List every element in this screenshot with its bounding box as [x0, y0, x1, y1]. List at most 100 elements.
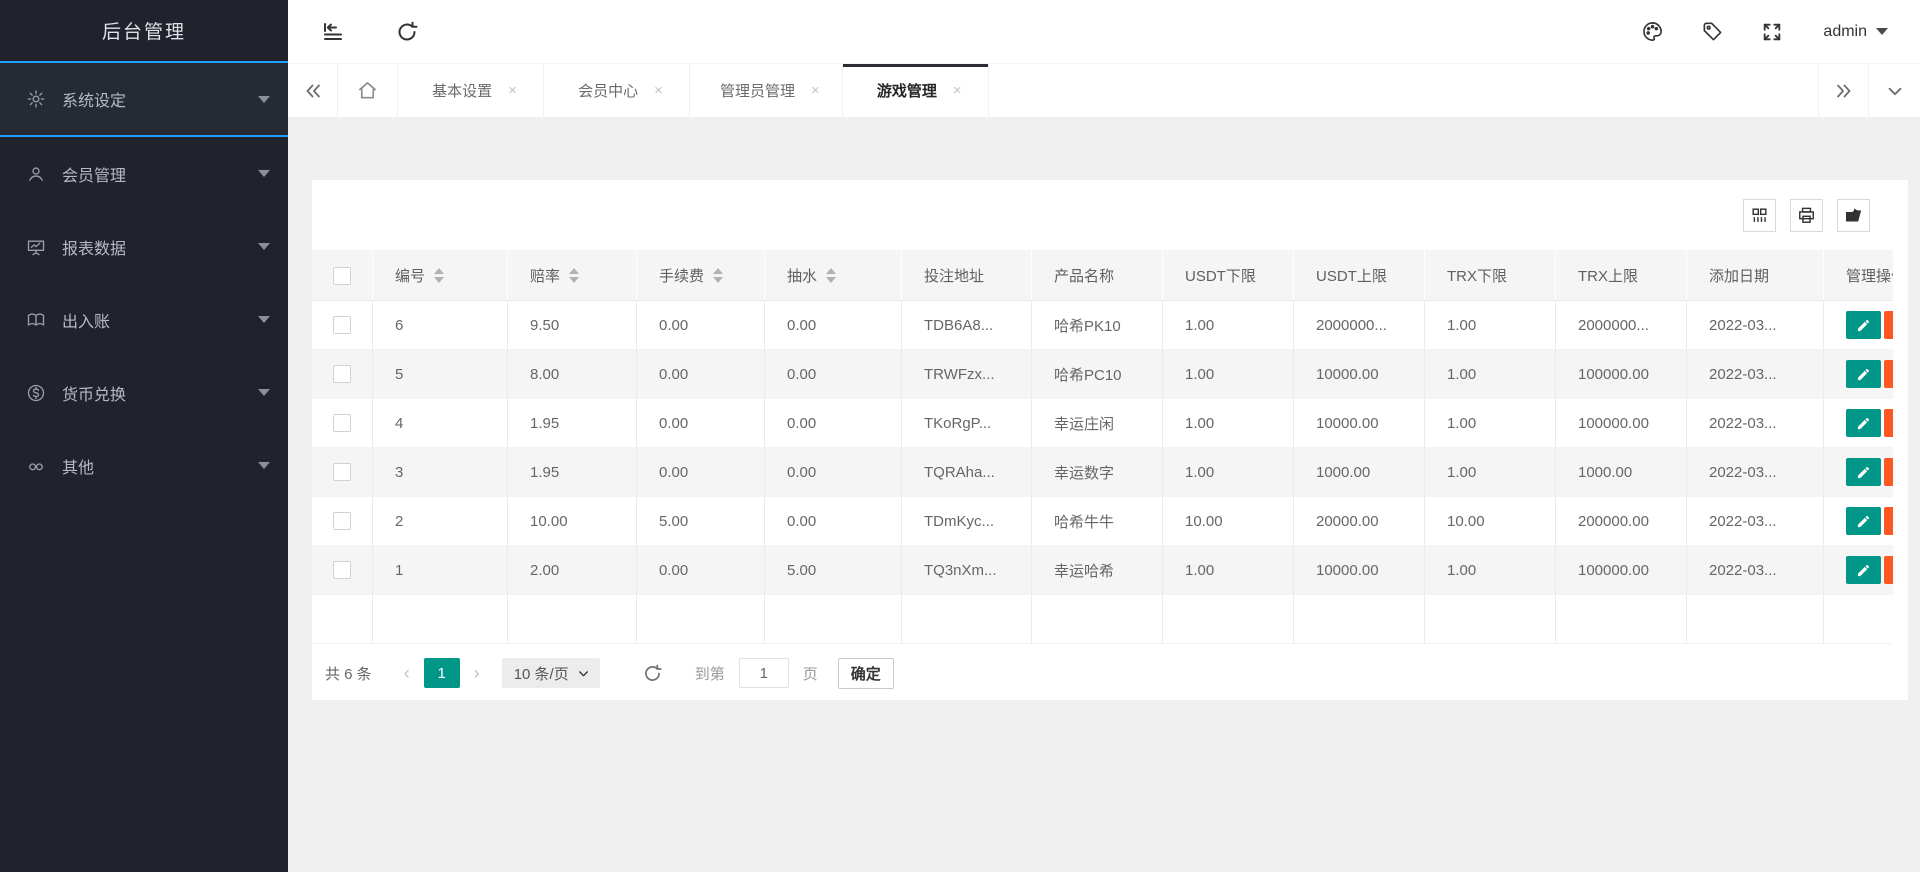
column-label: 产品名称 — [1054, 265, 1114, 286]
column-header-id[interactable]: 编号 — [373, 251, 508, 300]
edit-button[interactable] — [1846, 311, 1881, 339]
sidebar-item-members[interactable]: 会员管理 — [0, 137, 288, 210]
column-label: 添加日期 — [1709, 265, 1769, 286]
sort-icon[interactable] — [569, 268, 579, 283]
page-size-select[interactable]: 10 条/页 — [502, 658, 600, 688]
column-label: 抽水 — [787, 265, 817, 286]
refresh-icon[interactable] — [384, 0, 430, 63]
column-header-trx_max: TRX上限 — [1556, 251, 1687, 300]
row-checkbox[interactable] — [333, 365, 351, 383]
user-menu[interactable]: admin — [1817, 0, 1894, 63]
scroll-tabs-left-icon[interactable] — [288, 64, 338, 117]
jump-page-input[interactable] — [739, 658, 789, 688]
cell-product: 哈希牛牛 — [1032, 497, 1163, 546]
edit-button[interactable] — [1846, 360, 1881, 388]
fullscreen-icon[interactable] — [1757, 0, 1787, 63]
row-checkbox[interactable] — [333, 414, 351, 432]
jump-suffix: 页 — [803, 663, 818, 684]
empty-cell — [765, 595, 902, 644]
cell-usdt_max: 10000.00 — [1294, 546, 1425, 595]
sort-icon[interactable] — [713, 268, 723, 283]
empty-cell — [1556, 595, 1687, 644]
close-icon[interactable]: × — [654, 83, 663, 98]
home-tab[interactable] — [338, 64, 398, 117]
cell-trx_min: 1.00 — [1425, 546, 1556, 595]
edit-button[interactable] — [1846, 409, 1881, 437]
table-row: 31.950.000.00TQRAha...幸运数字1.001000.001.0… — [312, 448, 1893, 497]
cell-usdt_max: 10000.00 — [1294, 350, 1425, 399]
column-label: USDT下限 — [1185, 265, 1256, 286]
prev-page-icon[interactable]: ‹ — [396, 663, 418, 684]
tab-menu-icon[interactable] — [1868, 64, 1920, 117]
export-icon[interactable] — [1837, 199, 1870, 232]
delete-button[interactable] — [1884, 556, 1893, 584]
sidebar-item-system-settings[interactable]: 系统设定 — [0, 63, 288, 137]
cell-rake: 0.00 — [765, 301, 902, 350]
theme-palette-icon[interactable] — [1637, 0, 1667, 63]
tab-member-center[interactable]: 会员中心 × — [544, 64, 690, 117]
row-checkbox[interactable] — [333, 512, 351, 530]
edit-button[interactable] — [1846, 556, 1881, 584]
cell-address: TQ3nXm... — [902, 546, 1032, 595]
tab-admin-management[interactable]: 管理员管理 × — [690, 64, 843, 117]
cell-trx_max: 200000.00 — [1556, 497, 1687, 546]
empty-cell — [637, 595, 765, 644]
delete-button[interactable] — [1884, 311, 1893, 339]
scroll-tabs-right-icon[interactable] — [1818, 64, 1868, 117]
empty-cell — [1824, 595, 1893, 644]
sort-icon[interactable] — [434, 268, 444, 283]
empty-cell — [312, 595, 373, 644]
game-management-card: 编号赔率手续费抽水投注地址产品名称USDT下限USDT上限TRX下限TRX上限添… — [312, 180, 1908, 700]
cell-usdt_min: 1.00 — [1163, 546, 1294, 595]
cell-product: 幸运数字 — [1032, 448, 1163, 497]
chevron-down-icon — [258, 462, 270, 469]
row-checkbox-cell — [312, 497, 373, 546]
cell-fee: 0.00 — [637, 301, 765, 350]
cell-product: 哈希PC10 — [1032, 350, 1163, 399]
gear-icon — [26, 89, 46, 109]
cell-trx_min: 1.00 — [1425, 399, 1556, 448]
sidebar-item-currency-exchange[interactable]: 货币兑换 — [0, 356, 288, 429]
delete-button[interactable] — [1884, 360, 1893, 388]
cell-odds: 1.95 — [508, 399, 637, 448]
tag-icon[interactable] — [1697, 0, 1727, 63]
cell-rake: 0.00 — [765, 448, 902, 497]
cell-usdt_max: 20000.00 — [1294, 497, 1425, 546]
page-size-value: 10 条/页 — [514, 663, 569, 684]
column-header-rake[interactable]: 抽水 — [765, 251, 902, 300]
cell-fee: 5.00 — [637, 497, 765, 546]
sidebar-item-other[interactable]: 其他 — [0, 429, 288, 502]
sidebar-item-label: 报表数据 — [62, 235, 258, 259]
cell-id: 5 — [373, 350, 508, 399]
collapse-sidebar-icon[interactable] — [310, 0, 356, 63]
row-checkbox[interactable] — [333, 463, 351, 481]
print-icon[interactable] — [1790, 199, 1823, 232]
select-all-checkbox[interactable] — [333, 267, 351, 285]
edit-button[interactable] — [1846, 507, 1881, 535]
row-checkbox[interactable] — [333, 561, 351, 579]
close-icon[interactable]: × — [508, 83, 517, 98]
close-icon[interactable]: × — [953, 83, 962, 98]
confirm-jump-button[interactable]: 确定 — [838, 658, 894, 689]
tab-basic-settings[interactable]: 基本设置 × — [398, 64, 544, 117]
column-header-fee[interactable]: 手续费 — [637, 251, 765, 300]
row-checkbox[interactable] — [333, 316, 351, 334]
refresh-table-icon[interactable] — [642, 663, 663, 684]
sidebar-item-reports[interactable]: 报表数据 — [0, 210, 288, 283]
column-header-odds[interactable]: 赔率 — [508, 251, 637, 300]
edit-button[interactable] — [1846, 458, 1881, 486]
current-page-button[interactable]: 1 — [424, 658, 460, 688]
sidebar-item-ledger[interactable]: 出入账 — [0, 283, 288, 356]
delete-button[interactable] — [1884, 507, 1893, 535]
tab-game-management[interactable]: 游戏管理 × — [843, 64, 989, 117]
delete-button[interactable] — [1884, 409, 1893, 437]
delete-button[interactable] — [1884, 458, 1893, 486]
sort-icon[interactable] — [826, 268, 836, 283]
next-page-icon[interactable]: › — [466, 663, 488, 684]
columns-filter-icon[interactable] — [1743, 199, 1776, 232]
cell-usdt_max: 1000.00 — [1294, 448, 1425, 497]
chevron-down-icon — [258, 316, 270, 323]
column-label: 赔率 — [530, 265, 560, 286]
close-icon[interactable]: × — [811, 83, 820, 98]
cell-trx_min: 1.00 — [1425, 448, 1556, 497]
